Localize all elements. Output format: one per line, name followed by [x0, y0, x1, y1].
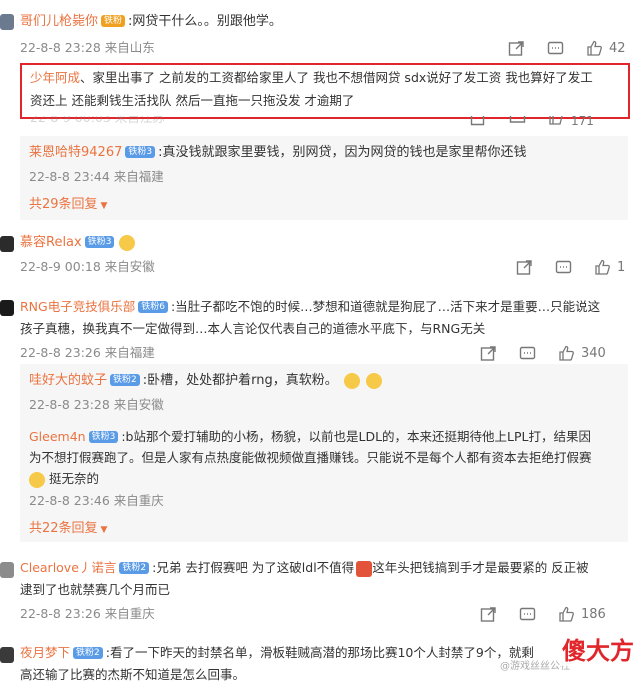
comment-text-line: 高还输了比赛的杰斯不知道是怎么回事。 — [20, 667, 246, 682]
caret-down-icon: ▼ — [100, 201, 108, 211]
comment-body: 夜月梦下 铁粉2:看了一下昨天的封禁名单，滑板鞋贼高潜的那场比赛10个人封禁了9个… — [20, 645, 534, 660]
like-button[interactable]: 340 — [558, 345, 606, 362]
fan-badge: 铁粉3 — [125, 145, 156, 158]
emoji-icon — [119, 234, 136, 251]
reply-text-line: 为不想打假赛跑了。但是人家有点热度能做视频做直播赚钱。只能说不是每个人都有资本去… — [29, 450, 592, 465]
emoji-icon — [343, 372, 360, 389]
comment-meta-obscured: 22-8-9 00:03 来自江苏 — [30, 116, 165, 125]
reply-box: 哇好大的蚊子 铁粉2:卧槽，处处都护着rng，真软粉。 22-8-8 23:28 … — [20, 364, 628, 542]
watermark-logo: 傻大方 — [560, 636, 636, 666]
comment-actions: 186 — [480, 606, 606, 623]
comment-body: RNG电子竞技俱乐部 铁粉6:当肚子都吃不饱的时候…梦想和道德就是狗屁了…活下来才… — [20, 299, 601, 314]
share-icon[interactable] — [470, 116, 487, 126]
comment-username[interactable]: Clearlove丿诺言 — [20, 560, 116, 575]
comment-username[interactable]: 夜月梦下 — [20, 645, 70, 660]
comment-username[interactable]: 哥们儿枪毙你 — [20, 14, 98, 29]
thumbs-up-icon — [595, 259, 610, 275]
thumbs-up-icon — [559, 345, 574, 361]
fan-badge: 铁粉6 — [138, 300, 168, 313]
more-replies-link[interactable]: 共29条回复 ▼ — [29, 196, 107, 215]
comment: 慕容Relax 铁粉3 22-8-9 00:18 来自安徽 1 — [0, 226, 640, 286]
fan-badge: 铁粉2 — [119, 561, 150, 574]
comment: 哥们儿枪毙你 铁粉:网贷干什么。。别跟他学。 22-8-8 23:28 来自山东 … — [0, 0, 640, 60]
thumbs-up-icon — [587, 40, 602, 56]
caret-down-icon: ▼ — [100, 525, 108, 535]
share-icon[interactable] — [508, 40, 525, 57]
reply-meta: 22-8-8 23:44 来自福建 — [29, 169, 164, 184]
avatar[interactable] — [0, 14, 14, 30]
reply-meta: 22-8-8 23:46 来自重庆 — [29, 493, 164, 508]
thumbs-up-icon — [549, 116, 563, 125]
like-count: 186 — [581, 607, 606, 622]
comment-actions: 171 — [470, 114, 594, 128]
avatar[interactable] — [0, 300, 14, 316]
comment-meta: 22-8-8 23:28 来自山东 — [20, 40, 155, 55]
avatar[interactable] — [0, 647, 14, 663]
comment-username[interactable]: 慕容Relax — [20, 235, 82, 250]
comment: RNG电子竞技俱乐部 铁粉6:当肚子都吃不饱的时候…梦想和道德就是狗屁了…活下来才… — [0, 290, 640, 362]
share-icon[interactable] — [480, 606, 497, 623]
emoji-icon — [356, 560, 373, 577]
comment-icon[interactable] — [519, 606, 536, 623]
reply-username[interactable]: 莱恩哈特94267 — [29, 145, 122, 160]
share-icon[interactable] — [516, 259, 533, 276]
reply-text: :卧槽，处处都护着rng，真软粉。 — [142, 373, 338, 388]
reply-username[interactable]: Gleem4n — [29, 429, 86, 444]
fan-badge: 铁粉2 — [73, 646, 103, 659]
reply-item: 哇好大的蚊子 铁粉2:卧槽，处处都护着rng，真软粉。 — [29, 372, 382, 390]
emoji-icon — [29, 471, 45, 488]
comment-text-line: 孩子真穗，换我真不一定做得到…本人言论仅代表自己的道德水平底下，与RNG无关 — [20, 321, 486, 336]
comment-icon[interactable] — [547, 40, 564, 57]
comment-body: Clearlove丿诺言 铁粉2:兄弟 去打假赛吧 为了这破ldl不值得 这年头把钱… — [20, 560, 589, 577]
like-count: 1 — [617, 260, 626, 275]
fan-badge: 铁粉2 — [110, 373, 140, 386]
thumbs-up-icon — [559, 606, 574, 622]
like-button[interactable]: 1 — [594, 259, 625, 276]
comment-meta: 22-8-8 23:26 来自重庆 — [20, 606, 155, 621]
comment-username[interactable]: RNG电子竞技俱乐部 — [20, 299, 135, 314]
like-button[interactable]: 186 — [558, 606, 606, 623]
emoji-icon — [365, 372, 382, 389]
share-icon[interactable] — [480, 345, 497, 362]
comment-meta: 22-8-8 23:26 来自福建 — [20, 345, 155, 360]
comment-actions: 42 — [508, 40, 626, 57]
like-count: 42 — [609, 41, 626, 56]
comment-icon[interactable] — [519, 345, 536, 362]
reply-username[interactable]: 哇好大的蚊子 — [29, 373, 107, 388]
fan-badge: 铁粉3 — [88, 430, 119, 443]
comment-text: :网贷干什么。。别跟他学。 — [128, 14, 282, 29]
reply-text-line: 挺无奈的 — [29, 470, 99, 488]
more-replies-link[interactable]: 共22条回复 ▼ — [29, 520, 107, 539]
reply-item: 莱恩哈特94267 铁粉3:真没钱就跟家里要钱，别网贷，因为网贷的钱也是家里帮你还… — [29, 144, 526, 162]
comment-icon[interactable] — [555, 259, 572, 276]
like-button[interactable]: 171 — [548, 114, 594, 128]
comment-actions: 1 — [516, 259, 625, 276]
reply-text: :真没钱就跟家里要钱，别网贷，因为网贷的钱也是家里帮你还钱 — [158, 145, 527, 160]
comment-actions: 340 — [480, 345, 606, 362]
like-count: 171 — [571, 114, 594, 128]
comment-body: 慕容Relax 铁粉3 — [20, 234, 136, 252]
highlight-username[interactable]: 少年阿成 — [30, 70, 80, 85]
comment-text-line: 逮到了也就禁赛几个月而已 — [20, 582, 171, 597]
highlight-line-1: 少年阿成、家里出事了 之前发的工资都给家里人了 我也不想借网贷 sdx说好了发工… — [30, 70, 593, 85]
avatar[interactable] — [0, 562, 14, 578]
reply-item: Gleem4n 铁粉3:b站那个爱打辅助的小杨，杨貌，以前也是LDL的，本来还挺期… — [29, 429, 591, 444]
like-button[interactable]: 42 — [586, 40, 626, 57]
comment: Clearlove丿诺言 铁粉2:兄弟 去打假赛吧 为了这破ldl不值得 这年头把钱… — [0, 552, 640, 628]
fan-badge: 铁粉 — [101, 14, 126, 27]
comment-icon[interactable] — [509, 116, 526, 126]
comment-body: 哥们儿枪毙你 铁粉:网贷干什么。。别跟他学。 — [20, 13, 282, 31]
fan-badge: 铁粉3 — [84, 235, 115, 248]
avatar[interactable] — [0, 236, 14, 252]
reply-box: 莱恩哈特94267 铁粉3:真没钱就跟家里要钱，别网贷，因为网贷的钱也是家里帮你还… — [20, 136, 628, 220]
like-count: 340 — [581, 346, 606, 361]
comment-meta: 22-8-9 00:18 来自安徽 — [20, 259, 155, 274]
highlight-line-2: 资还上 还能剩钱生活找队 然后一直拖一只拖没发 才逾期了 — [30, 93, 355, 108]
reply-meta: 22-8-8 23:28 来自安徽 — [29, 397, 164, 412]
